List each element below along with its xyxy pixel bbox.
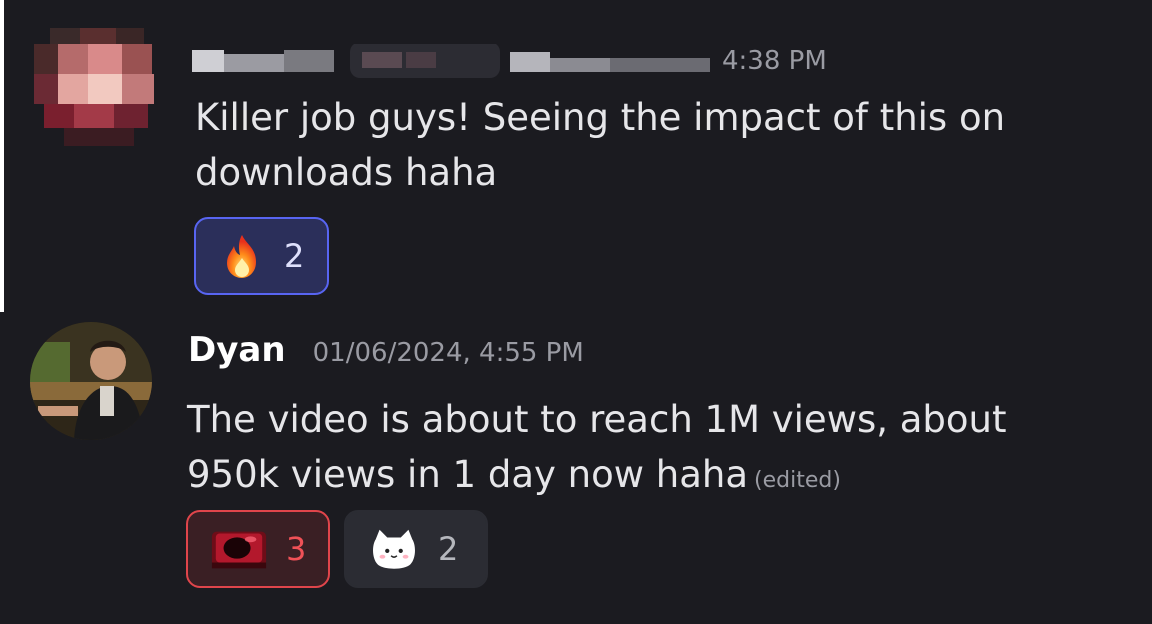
- reactions-bar: 2: [194, 217, 329, 295]
- avatar[interactable]: [34, 28, 162, 146]
- reaction-fire[interactable]: 2: [194, 217, 329, 295]
- cat-emoji-icon: [373, 529, 415, 569]
- reaction-count: 2: [438, 530, 459, 568]
- fire-emoji-icon: [227, 235, 256, 278]
- message-header: Dyan 01/06/2024, 4:55 PM: [188, 330, 584, 380]
- left-edge-divider: [0, 0, 4, 312]
- message-line: downloads haha: [195, 151, 498, 194]
- reaction-cat[interactable]: 2: [344, 510, 488, 588]
- message-line: The video is about to reach 1M views, ab…: [187, 398, 1007, 441]
- message-content: Killer job guys! Seeing the impact of th…: [195, 90, 1005, 200]
- reactions-bar: 3 2: [186, 510, 488, 588]
- message-content: The video is about to reach 1M views, ab…: [187, 392, 1007, 508]
- reaction-count: 3: [286, 530, 307, 568]
- chat-view: 4:38 PM Killer job guys! Seeing the impa…: [0, 0, 1152, 624]
- message-line: Killer job guys! Seeing the impact of th…: [195, 96, 1006, 139]
- blurred-username: [192, 42, 712, 78]
- reaction-count: 2: [284, 237, 305, 275]
- reaction-red-gem[interactable]: 3: [186, 510, 330, 588]
- message-timestamp: 01/06/2024, 4:55 PM: [312, 338, 584, 368]
- message-timestamp: 4:38 PM: [722, 46, 827, 76]
- edited-label: (edited): [754, 468, 841, 493]
- message-line: 950k views in 1 day now haha: [187, 453, 749, 496]
- avatar[interactable]: [30, 322, 152, 440]
- red-gem-emoji-icon: [211, 531, 267, 569]
- username[interactable]: Dyan: [188, 330, 286, 370]
